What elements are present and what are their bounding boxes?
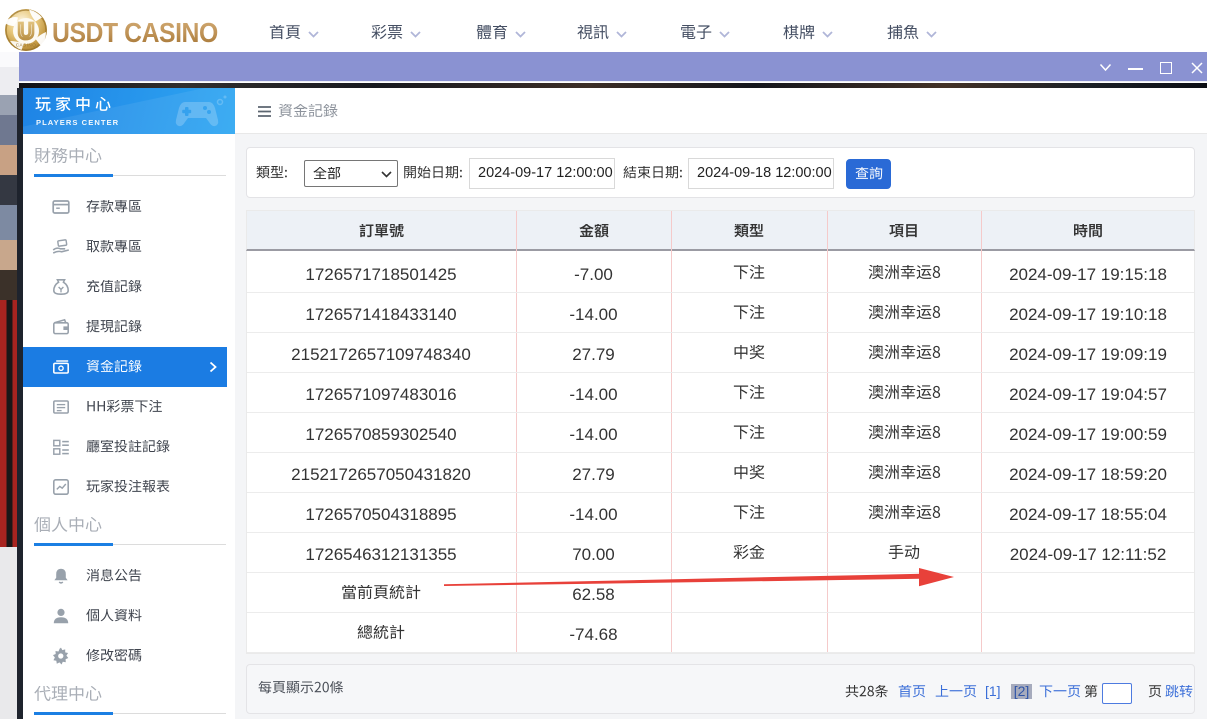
svg-text:CASINO: CASINO bbox=[16, 43, 37, 48]
svg-text:U: U bbox=[18, 18, 35, 44]
